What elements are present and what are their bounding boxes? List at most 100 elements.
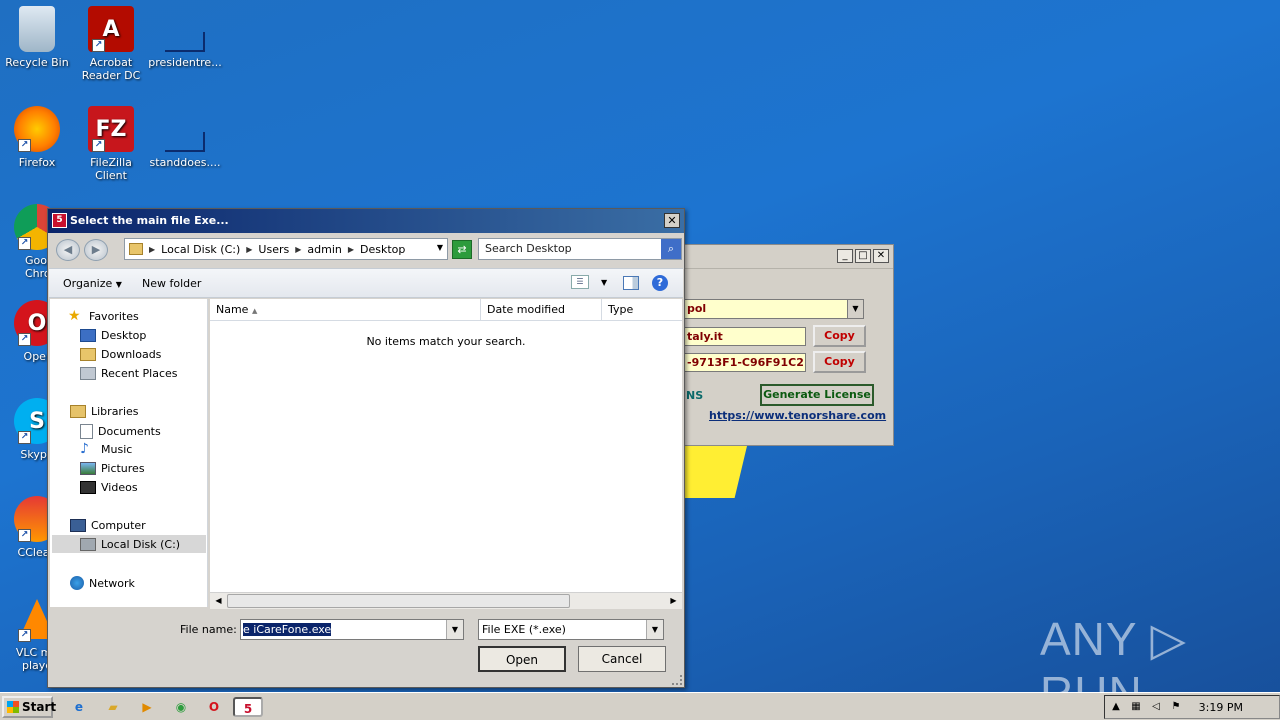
dialog-titlebar[interactable]: 5 Select the main file Exe... ✕ — [48, 209, 684, 233]
taskbar-active-app-icon[interactable]: 5 — [233, 697, 263, 717]
search-input[interactable]: Search Desktop ⌕ — [478, 238, 682, 260]
partial-label: NS — [686, 389, 704, 402]
desktop-icon-standdoes[interactable]: standdoes.... — [148, 106, 222, 169]
email-field[interactable]: taly.it — [684, 327, 806, 346]
speaker-icon[interactable]: ◁ — [1149, 700, 1163, 714]
nav-computer[interactable]: Computer — [70, 519, 146, 532]
forward-button[interactable]: ▶ — [84, 239, 108, 261]
file-list-pane[interactable]: Name ▲ Date modified Type No items match… — [210, 299, 682, 607]
chevron-down-icon[interactable]: ▼ — [446, 620, 463, 639]
nav-documents[interactable]: Documents — [80, 424, 161, 439]
file-name-input[interactable]: e iCareFone.exe — [240, 619, 464, 640]
open-button[interactable]: Open — [478, 646, 566, 672]
preview-pane-icon[interactable] — [623, 276, 639, 290]
maximize-button[interactable]: □ — [855, 249, 871, 263]
scrollbar-thumb[interactable] — [227, 594, 570, 608]
scroll-left-button[interactable]: ◀ — [211, 594, 226, 608]
nav-recent-places[interactable]: Recent Places — [80, 367, 178, 380]
taskbar-opera-icon[interactable]: O — [203, 697, 225, 717]
desktop-icon-recycle-bin[interactable]: Recycle Bin — [0, 6, 74, 69]
empty-message: No items match your search. — [366, 335, 526, 348]
file-type-select[interactable]: File EXE (*.exe) ▼ — [478, 619, 664, 640]
copy-email-button[interactable]: Copy — [813, 325, 866, 347]
desktop-icon-acrobat[interactable]: A ↗ Acrobat Reader DC — [74, 6, 148, 82]
select-file-dialog[interactable]: 5 Select the main file Exe... ✕ ◀ ▶ ▶ Lo… — [47, 208, 685, 688]
search-icon[interactable]: ⌕ — [661, 239, 681, 259]
breadcrumb-local-disk[interactable]: Local Disk (C:) — [161, 243, 240, 256]
help-icon[interactable]: ? — [652, 275, 668, 291]
breadcrumb-desktop[interactable]: Desktop — [360, 243, 405, 256]
generate-license-button[interactable]: Generate License — [760, 384, 874, 406]
chevron-down-icon[interactable]: ▼ — [437, 243, 443, 252]
organize-button[interactable]: Organize ▼ — [63, 277, 122, 290]
product-select[interactable]: pol ▼ — [684, 299, 864, 319]
navigation-pane: ★ Favorites Desktop Downloads Recent Plac… — [50, 299, 208, 607]
chevron-down-icon[interactable]: ▼ — [847, 300, 863, 318]
file-type-value: File EXE (*.exe) — [482, 623, 566, 636]
desktop-icon-label: FileZilla Client — [90, 156, 132, 182]
desktop-icon-presidentre[interactable]: presidentre... — [148, 6, 222, 69]
chevron-right-icon[interactable]: ▶ — [348, 245, 354, 254]
nav-pictures[interactable]: Pictures — [80, 462, 145, 475]
shortcut-arrow-icon: ↗ — [18, 629, 31, 642]
breadcrumb[interactable]: ▶ Local Disk (C:) ▶ Users ▶ admin ▶ Desk… — [124, 238, 448, 260]
desktop-folder-icon — [80, 329, 96, 342]
breadcrumb-users[interactable]: Users — [258, 243, 289, 256]
license-window-titlebar[interactable]: _ □ ✕ — [656, 245, 893, 269]
breadcrumb-admin[interactable]: admin — [307, 243, 341, 256]
taskbar-media-player-icon[interactable]: ▶ — [136, 697, 158, 717]
nav-music[interactable]: ♪ Music — [80, 442, 132, 456]
taskbar-explorer-icon[interactable]: ▰ — [102, 697, 124, 717]
nav-label: Recent Places — [101, 367, 178, 380]
tenorshare-link[interactable]: https://www.tenorshare.com — [709, 409, 886, 422]
desktop-icon-filezilla[interactable]: FZ ↗ FileZilla Client — [74, 106, 148, 182]
horizontal-scrollbar[interactable]: ◀ ▶ — [210, 592, 682, 609]
cancel-button[interactable]: Cancel — [578, 646, 666, 672]
chevron-right-icon[interactable]: ▶ — [295, 245, 301, 254]
system-tray: ▲ ▦ ◁ ⚑ 3:19 PM — [1104, 695, 1280, 719]
nav-label: Videos — [101, 481, 138, 494]
nav-label: Downloads — [101, 348, 162, 361]
clock[interactable]: 3:19 PM — [1199, 701, 1243, 714]
nav-desktop[interactable]: Desktop — [80, 329, 146, 342]
chevron-down-icon[interactable]: ▼ — [646, 620, 663, 639]
close-button[interactable]: ✕ — [664, 213, 680, 228]
copy-key-button[interactable]: Copy — [813, 351, 866, 373]
nav-videos[interactable]: Videos — [80, 481, 138, 494]
license-generator-window[interactable]: _ □ ✕ pol ▼ taly.it Copy -9713F1-C96F91C… — [655, 244, 894, 446]
file-name-value: e iCareFone.exe — [243, 623, 332, 636]
license-key-field[interactable]: -9713F1-C96F91C2 — [684, 353, 806, 372]
nav-libraries[interactable]: Libraries — [70, 405, 139, 418]
column-header-date-modified[interactable]: Date modified — [481, 299, 602, 321]
folder-icon — [129, 243, 143, 255]
new-folder-button[interactable]: New folder — [142, 277, 201, 290]
scroll-right-button[interactable]: ▶ — [666, 594, 681, 608]
start-button[interactable]: Start — [2, 696, 56, 718]
resize-grip[interactable] — [672, 675, 682, 685]
close-button[interactable]: ✕ — [873, 249, 889, 263]
desktop-icon-firefox[interactable]: ↗ Firefox — [0, 106, 74, 169]
desktop-icon-label: presidentre... — [148, 56, 222, 69]
nav-favorites[interactable]: ★ Favorites — [68, 309, 139, 323]
column-header-name[interactable]: Name ▲ — [210, 299, 481, 321]
flag-icon[interactable]: ⚑ — [1169, 700, 1183, 714]
taskbar-ie-icon[interactable]: e — [68, 697, 90, 717]
nav-label: Favorites — [89, 310, 139, 323]
desktop-icon-label: Recycle Bin — [5, 56, 69, 69]
chevron-up-icon[interactable]: ▲ — [1109, 700, 1123, 714]
computer-icon — [70, 519, 86, 532]
refresh-button[interactable]: ⇄ — [452, 240, 472, 259]
chevron-right-icon[interactable]: ▶ — [149, 245, 155, 254]
desktop-icon-label: Acrobat Reader DC — [81, 56, 141, 82]
view-options-icon[interactable]: ☰ — [571, 275, 589, 289]
nav-network[interactable]: Network — [70, 576, 135, 590]
chevron-down-icon[interactable]: ▼ — [601, 278, 607, 287]
nav-downloads[interactable]: Downloads — [80, 348, 161, 361]
column-header-type[interactable]: Type — [602, 299, 682, 321]
back-button[interactable]: ◀ — [56, 239, 80, 261]
network-tray-icon[interactable]: ▦ — [1129, 700, 1143, 714]
minimize-button[interactable]: _ — [837, 249, 853, 263]
nav-local-disk[interactable]: Local Disk (C:) — [80, 538, 180, 551]
taskbar-chrome-icon[interactable]: ◉ — [170, 697, 192, 717]
chevron-right-icon[interactable]: ▶ — [246, 245, 252, 254]
